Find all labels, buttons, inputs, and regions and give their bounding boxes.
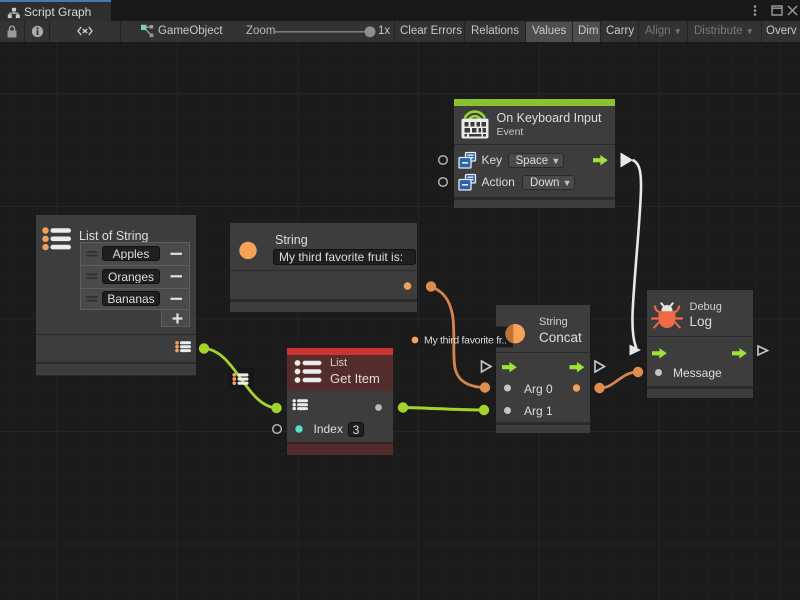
svg-text:My third favorite fr..: My third favorite fr.. xyxy=(424,335,507,347)
